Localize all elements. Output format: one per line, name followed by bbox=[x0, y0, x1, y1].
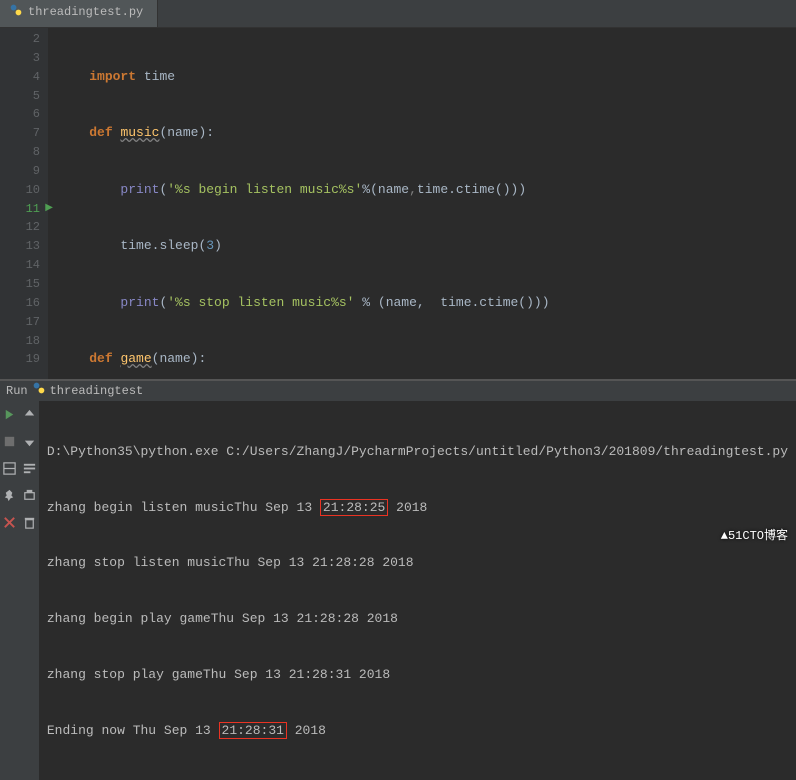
close-button[interactable] bbox=[1, 513, 19, 531]
rerun-button[interactable] bbox=[1, 405, 19, 423]
python-file-icon bbox=[32, 381, 46, 401]
run-inner-toolbar bbox=[19, 401, 38, 780]
stop-button[interactable] bbox=[1, 432, 19, 450]
code-area[interactable]: import time def music(name): print('%s b… bbox=[48, 28, 550, 379]
line-number-gutter: 2 3 4 5 6 7 8 9 10 11 12 13 14 15 16 17 … bbox=[0, 28, 48, 379]
run-left-toolbar bbox=[0, 401, 19, 780]
python-file-icon bbox=[9, 3, 23, 23]
run-tool-window: Run threadingtest D:\Python3 bbox=[0, 379, 796, 549]
highlight-time-1: 21:28:25 bbox=[320, 499, 388, 516]
editor-tab-threadingtest[interactable]: threadingtest.py bbox=[0, 0, 158, 27]
tab-label: threadingtest.py bbox=[28, 4, 143, 21]
console-cmd: D:\Python35\python.exe C:/Users/ZhangJ/P… bbox=[47, 443, 788, 461]
soft-wrap-icon[interactable] bbox=[20, 459, 38, 477]
run-header-label: Run bbox=[6, 383, 28, 400]
console-line: zhang begin play gameThu Sep 13 21:28:28… bbox=[47, 610, 788, 628]
console-line: Ending now Thu Sep 13 21:28:31 2018 bbox=[47, 722, 788, 740]
console-line: zhang stop play gameThu Sep 13 21:28:31 … bbox=[47, 666, 788, 684]
run-header[interactable]: Run threadingtest bbox=[0, 381, 796, 401]
run-gutter-icon[interactable]: 11 bbox=[0, 200, 40, 219]
up-arrow-icon[interactable] bbox=[20, 405, 38, 423]
down-arrow-icon[interactable] bbox=[20, 432, 38, 450]
trash-icon[interactable] bbox=[20, 513, 38, 531]
layout-button[interactable] bbox=[1, 459, 19, 477]
code-editor[interactable]: 2 3 4 5 6 7 8 9 10 11 12 13 14 15 16 17 … bbox=[0, 28, 796, 379]
run-config-name: threadingtest bbox=[50, 383, 144, 400]
pin-button[interactable] bbox=[1, 486, 19, 504]
highlight-time-2: 21:28:31 bbox=[219, 722, 287, 739]
console-output[interactable]: D:\Python35\python.exe C:/Users/ZhangJ/P… bbox=[39, 401, 796, 780]
editor-tab-bar: threadingtest.py bbox=[0, 0, 796, 28]
console-line: zhang stop listen musicThu Sep 13 21:28:… bbox=[47, 554, 788, 572]
print-icon[interactable] bbox=[20, 486, 38, 504]
watermark: ▲51CTO博客 bbox=[721, 528, 788, 545]
console-line: zhang begin listen musicThu Sep 13 21:28… bbox=[47, 499, 788, 517]
